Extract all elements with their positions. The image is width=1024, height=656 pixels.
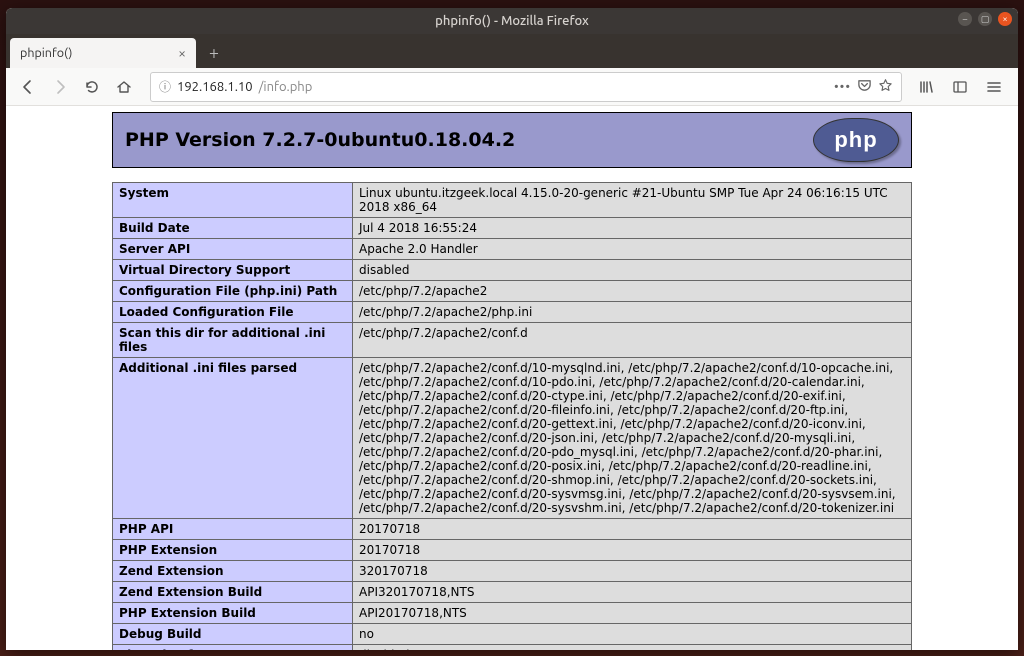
url-path: /info.php: [259, 80, 313, 94]
table-cell-value: /etc/php/7.2/apache2/conf.d/10-mysqlnd.i…: [353, 358, 912, 519]
table-row: Additional .ini files parsed/etc/php/7.2…: [113, 358, 912, 519]
table-cell-value: Apache 2.0 Handler: [353, 239, 912, 260]
table-cell-value: 320170718: [353, 561, 912, 582]
window-controls: – ▢ ×: [958, 12, 1012, 26]
table-row: Loaded Configuration File/etc/php/7.2/ap…: [113, 302, 912, 323]
table-row: Scan this dir for additional .ini files/…: [113, 323, 912, 358]
table-cell-key: Zend Extension Build: [113, 582, 353, 603]
table-cell-key: Zend Extension: [113, 561, 353, 582]
url-host: 192.168.1.10: [177, 80, 253, 94]
tab-close-icon[interactable]: ×: [178, 45, 186, 61]
bookmark-star-icon[interactable]: [878, 78, 893, 96]
table-cell-value: disabled: [353, 645, 912, 651]
page-content: PHP Version 7.2.7-0ubuntu0.18.04.2 php S…: [6, 106, 1018, 650]
library-icon: [918, 79, 934, 95]
table-row: Server APIApache 2.0 Handler: [113, 239, 912, 260]
phpinfo-table: SystemLinux ubuntu.itzgeek.local 4.15.0-…: [112, 182, 912, 650]
table-row: Zend Extension320170718: [113, 561, 912, 582]
table-cell-key: Virtual Directory Support: [113, 260, 353, 281]
window-maximize-button[interactable]: ▢: [978, 12, 992, 26]
table-row: SystemLinux ubuntu.itzgeek.local 4.15.0-…: [113, 183, 912, 218]
nav-toolbar: ⓘ 192.168.1.10/info.php •••: [6, 68, 1018, 106]
pocket-icon[interactable]: [857, 78, 872, 96]
table-cell-value: 20170718: [353, 519, 912, 540]
table-cell-key: Loaded Configuration File: [113, 302, 353, 323]
table-row: Debug Buildno: [113, 624, 912, 645]
home-button[interactable]: [110, 73, 138, 101]
firefox-window: phpinfo() - Mozilla Firefox – ▢ × phpinf…: [6, 8, 1018, 650]
table-row: Configuration File (php.ini) Path/etc/ph…: [113, 281, 912, 302]
table-cell-key: PHP Extension: [113, 540, 353, 561]
library-button[interactable]: [914, 75, 938, 99]
table-cell-key: Server API: [113, 239, 353, 260]
site-info-icon[interactable]: ⓘ: [159, 78, 171, 95]
phpinfo-header: PHP Version 7.2.7-0ubuntu0.18.04.2 php: [112, 112, 912, 168]
table-row: PHP API20170718: [113, 519, 912, 540]
window-close-button[interactable]: ×: [998, 12, 1012, 26]
window-title: phpinfo() - Mozilla Firefox: [435, 14, 589, 28]
table-cell-value: /etc/php/7.2/apache2/conf.d: [353, 323, 912, 358]
php-version-heading: PHP Version 7.2.7-0ubuntu0.18.04.2: [125, 129, 813, 151]
table-cell-key: Build Date: [113, 218, 353, 239]
arrow-right-icon: [52, 79, 68, 95]
tab-strip: phpinfo() × +: [6, 34, 1018, 68]
sidebar-icon: [952, 79, 968, 95]
window-minimize-button[interactable]: –: [958, 12, 972, 26]
table-cell-key: System: [113, 183, 353, 218]
table-cell-value: API320170718,NTS: [353, 582, 912, 603]
table-cell-key: Debug Build: [113, 624, 353, 645]
tab-label: phpinfo(): [20, 46, 72, 60]
home-icon: [116, 79, 132, 95]
table-cell-key: Scan this dir for additional .ini files: [113, 323, 353, 358]
table-cell-value: no: [353, 624, 912, 645]
window-titlebar: phpinfo() - Mozilla Firefox – ▢ ×: [6, 8, 1018, 34]
new-tab-button[interactable]: +: [200, 39, 228, 67]
table-cell-value: API20170718,NTS: [353, 603, 912, 624]
page-actions-button[interactable]: •••: [834, 80, 851, 94]
back-button[interactable]: [14, 73, 42, 101]
table-cell-key: Additional .ini files parsed: [113, 358, 353, 519]
table-cell-key: PHP API: [113, 519, 353, 540]
table-cell-value: Linux ubuntu.itzgeek.local 4.15.0-20-gen…: [353, 183, 912, 218]
forward-button[interactable]: [46, 73, 74, 101]
table-cell-value: disabled: [353, 260, 912, 281]
reload-button[interactable]: [78, 73, 106, 101]
table-cell-value: 20170718: [353, 540, 912, 561]
arrow-left-icon: [20, 79, 36, 95]
toolbar-right-icons: [914, 75, 1010, 99]
hamburger-icon: [986, 79, 1002, 95]
table-cell-value: /etc/php/7.2/apache2: [353, 281, 912, 302]
sidebar-button[interactable]: [948, 75, 972, 99]
table-cell-value: /etc/php/7.2/apache2/php.ini: [353, 302, 912, 323]
table-row: Build DateJul 4 2018 16:55:24: [113, 218, 912, 239]
table-row: Virtual Directory Supportdisabled: [113, 260, 912, 281]
table-cell-key: Configuration File (php.ini) Path: [113, 281, 353, 302]
table-row: Zend Extension BuildAPI320170718,NTS: [113, 582, 912, 603]
table-cell-key: PHP Extension Build: [113, 603, 353, 624]
app-menu-button[interactable]: [982, 75, 1006, 99]
tab-phpinfo[interactable]: phpinfo() ×: [10, 38, 196, 68]
table-row: Thread Safetydisabled: [113, 645, 912, 651]
table-cell-value: Jul 4 2018 16:55:24: [353, 218, 912, 239]
url-bar[interactable]: ⓘ 192.168.1.10/info.php •••: [150, 72, 902, 102]
table-row: PHP Extension BuildAPI20170718,NTS: [113, 603, 912, 624]
table-row: PHP Extension20170718: [113, 540, 912, 561]
table-cell-key: Thread Safety: [113, 645, 353, 651]
php-logo: php: [813, 118, 899, 162]
reload-icon: [84, 79, 100, 95]
